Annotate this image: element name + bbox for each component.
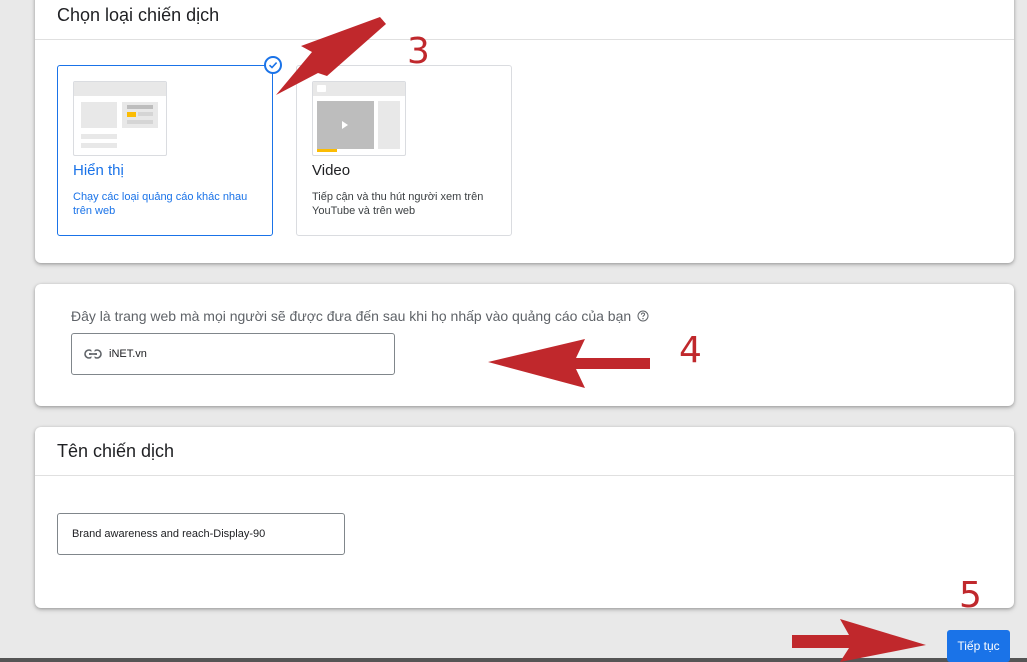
video-ad-preview-icon [312, 81, 406, 156]
website-input[interactable]: iNET.vn [71, 333, 395, 375]
campaign-type-option-display[interactable]: Hiển thị Chạy các loại quảng cáo khác nh… [57, 56, 282, 236]
website-label-text: Đây là trang web mà mọi người sẽ được đư… [71, 308, 632, 324]
option-description: Chạy các loại quảng cáo khác nhau trên w… [73, 191, 248, 217]
campaign-name-card: Tên chiến dịch Brand awareness and reach… [35, 427, 1014, 608]
checkmark-icon [264, 56, 282, 74]
option-title: Video [312, 162, 351, 179]
website-card: Đây là trang web mà mọi người sẽ được đư… [35, 284, 1014, 406]
campaign-type-card: Chọn loại chiến dịch Hiển thị Chạy các l… [35, 0, 1014, 263]
website-label: Đây là trang web mà mọi người sẽ được đư… [71, 308, 649, 325]
website-value: iNET.vn [109, 348, 147, 360]
campaign-type-title: Chọn loại chiến dịch [57, 5, 220, 25]
divider [35, 39, 1014, 40]
option-description: Tiếp cận và thu hút người xem trên YouTu… [312, 191, 484, 217]
campaign-name-value: Brand awareness and reach-Display-90 [72, 528, 266, 540]
annotation-number-3: 3 [407, 31, 430, 72]
annotation-arrow-5 [792, 619, 926, 662]
annotation-number-5: 5 [959, 575, 982, 616]
help-icon[interactable] [637, 309, 649, 325]
campaign-name-title: Tên chiến dịch [57, 441, 175, 461]
display-ad-preview-icon [73, 81, 167, 156]
annotation-number-4: 4 [679, 330, 702, 371]
link-icon [84, 349, 102, 359]
campaign-type-option-video[interactable]: Video Tiếp cận và thu hút người xem trên… [296, 65, 512, 236]
bottom-bar [0, 658, 1027, 662]
campaign-name-input[interactable]: Brand awareness and reach-Display-90 [57, 513, 345, 555]
continue-button[interactable]: Tiếp tục [947, 630, 1010, 662]
option-title: Hiển thị [73, 162, 124, 179]
divider [35, 475, 1014, 476]
